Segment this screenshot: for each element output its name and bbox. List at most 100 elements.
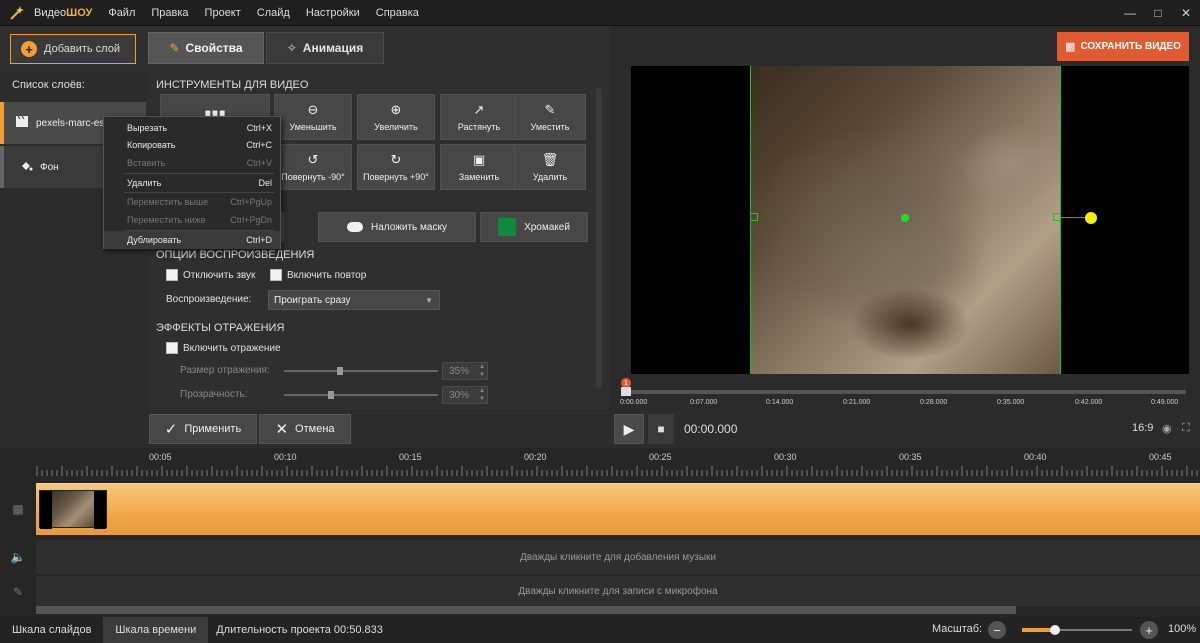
timeline-label: 0:35.000 <box>997 399 1025 406</box>
menu-file[interactable]: Файл <box>108 7 135 19</box>
stretch-button[interactable]: ↗ Растянуть <box>440 94 518 140</box>
reflection-size-label: Размер отражения: <box>180 365 270 376</box>
video-track[interactable] <box>36 483 1200 535</box>
preview-timeline[interactable]: 1 0:00.000 0:07.000 0:14.000 0:21.000 0:… <box>620 378 1190 410</box>
opacity-slider[interactable] <box>284 394 438 396</box>
snapshot-icon[interactable]: ◉ <box>1162 422 1172 435</box>
playback-select[interactable]: Проиграть сразу ▼ <box>268 290 440 310</box>
left-toolbar: + Добавить слой ✎ Свойства ✧ Анимация <box>0 26 610 72</box>
menu-slide[interactable]: Слайд <box>257 7 290 19</box>
playhead[interactable]: 1 <box>621 378 631 396</box>
resize-handle-right[interactable] <box>1053 213 1061 221</box>
context-menu: Вырезать Ctrl+X Копировать Ctrl+C Вставить… <box>103 116 281 249</box>
spinner-arrows-icon[interactable]: ▲ ▼ <box>479 363 485 379</box>
reflection-size-value: 35% <box>449 365 470 377</box>
apply-button[interactable]: ✓ Применить <box>149 414 257 444</box>
playback-select-value: Проиграть сразу <box>274 294 351 306</box>
microphone-track-hint: Дважды кликните для записи с микрофона <box>518 585 718 597</box>
rotate-left-button[interactable]: ↺ Повернуть -90° <box>274 144 352 190</box>
opacity-knob[interactable] <box>328 391 334 399</box>
ruler-ticks <box>36 466 1198 476</box>
status-bar: Шкала слайдов Шкала времени Длительность… <box>0 617 1200 643</box>
ctx-cut[interactable]: Вырезать Ctrl+X <box>104 119 280 137</box>
mute-checkbox-box[interactable] <box>166 269 178 281</box>
layer-item-label: pexels-marc-es <box>36 117 105 129</box>
rotate-right-icon: ↻ <box>390 152 402 167</box>
minimize-icon[interactable]: — <box>1116 6 1144 20</box>
reflection-checkbox-box[interactable] <box>166 342 178 354</box>
video-preview[interactable] <box>631 66 1189 374</box>
timeline-label: 0:21.000 <box>843 399 871 406</box>
close-icon: ✕ <box>275 421 289 438</box>
ctx-copy[interactable]: Копировать Ctrl+C <box>104 136 280 154</box>
chromakey-button[interactable]: Хромакей <box>480 212 588 242</box>
chromakey-icon <box>498 218 517 236</box>
microphone-track[interactable]: Дважды кликните для записи с микрофона <box>36 576 1200 606</box>
fit-label: Уместить <box>530 122 570 132</box>
zoom-slider-knob[interactable] <box>1050 625 1060 635</box>
preview-timeline-track[interactable] <box>624 390 1186 394</box>
play-button[interactable]: ▶ <box>614 414 644 444</box>
properties-scrollbar[interactable] <box>596 88 602 388</box>
save-video-button[interactable]: ▩ СОХРАНИТЬ ВИДЕО <box>1057 32 1189 61</box>
delete-button[interactable]: 🗑 Удалить <box>514 144 586 190</box>
add-layer-label: Добавить слой <box>44 43 120 55</box>
stop-button[interactable]: ■ <box>648 414 674 444</box>
stretch-icon: ↗ <box>473 102 485 117</box>
timeline-scrollbar[interactable] <box>36 606 1016 614</box>
zoom-out-icon: ⊖ <box>307 102 319 117</box>
fit-icon: ✎ <box>544 102 556 117</box>
close-icon[interactable]: ✕ <box>1172 6 1200 20</box>
stop-icon: ■ <box>657 422 665 436</box>
music-track[interactable]: Дважды кликните для добавления музыки <box>36 540 1200 574</box>
tab-timeline-scale[interactable]: Шкала времени <box>103 617 209 643</box>
mask-button[interactable]: Наложить маску <box>318 212 476 242</box>
menu-settings[interactable]: Настройки <box>306 7 360 19</box>
aspect-ratio[interactable]: 16:9 <box>1132 422 1153 434</box>
reflection-checkbox[interactable]: Включить отражение <box>166 342 281 354</box>
add-layer-button[interactable]: + Добавить слой <box>10 34 136 64</box>
timeline-label: 0:07.000 <box>690 399 718 406</box>
loop-label: Включить повтор <box>287 269 367 281</box>
menu-help[interactable]: Справка <box>376 7 419 19</box>
spinner-arrows-icon[interactable]: ▲ ▼ <box>479 387 485 403</box>
timeline-ruler[interactable]: 00:05 00:10 00:15 00:20 00:25 00:30 00:3… <box>36 452 1200 476</box>
paint-bucket-icon <box>20 160 33 175</box>
playhead-knob[interactable] <box>621 387 631 396</box>
ctx-duplicate[interactable]: Дублировать Ctrl+D <box>104 231 280 249</box>
reflection-size-input[interactable]: 35% ▲ ▼ <box>442 362 488 380</box>
zoom-in-icon[interactable]: + <box>1140 621 1158 639</box>
maximize-icon[interactable]: □ <box>1144 6 1172 20</box>
video-clip-thumbnail[interactable] <box>39 490 107 529</box>
menu-project[interactable]: Проект <box>205 7 241 19</box>
tab-slides-scale[interactable]: Шкала слайдов <box>0 617 103 643</box>
loop-checkbox-box[interactable] <box>270 269 282 281</box>
fit-button[interactable]: ✎ Уместить <box>514 94 586 140</box>
reflection-size-knob[interactable] <box>337 367 343 375</box>
video-camera-icon: ▩ <box>1065 41 1076 53</box>
reflection-size-slider[interactable] <box>284 370 438 372</box>
mute-checkbox[interactable]: Отключить звук <box>166 269 255 281</box>
menu-edit[interactable]: Правка <box>151 7 188 19</box>
loop-checkbox[interactable]: Включить повтор <box>270 269 366 281</box>
timeline-label: 0:00.000 <box>620 399 648 406</box>
cancel-button[interactable]: ✕ Отмена <box>259 414 351 444</box>
replace-button[interactable]: ▣ Заменить <box>440 144 518 190</box>
zoom-out-button[interactable]: ⊖ Уменьшить <box>274 94 352 140</box>
zoom-in-button[interactable]: ⊕ Увеличить <box>357 94 435 140</box>
ctx-delete[interactable]: Удалить Del <box>104 174 280 192</box>
fullscreen-icon[interactable]: ⛶ <box>1182 422 1190 435</box>
opacity-input[interactable]: 30% ▲ ▼ <box>442 386 488 404</box>
tab-properties[interactable]: ✎ Свойства <box>148 32 264 64</box>
edit-icon: ✎ <box>169 41 180 55</box>
zoom-out-icon[interactable]: − <box>988 621 1006 639</box>
chromakey-label: Хромакей <box>524 221 570 233</box>
rotate-right-button[interactable]: ↻ Повернуть +90° <box>357 144 435 190</box>
rotate-handle[interactable] <box>1085 212 1097 224</box>
tab-animation-label: Анимация <box>302 41 364 55</box>
anchor-point[interactable] <box>901 214 909 222</box>
magic-wand-icon: ✧ <box>286 41 297 55</box>
playback-options-title: ОПЦИИ ВОСПРОИЗВЕДЕНИЯ <box>156 249 315 261</box>
tab-animation[interactable]: ✧ Анимация <box>266 32 384 64</box>
resize-handle-left[interactable] <box>750 213 758 221</box>
